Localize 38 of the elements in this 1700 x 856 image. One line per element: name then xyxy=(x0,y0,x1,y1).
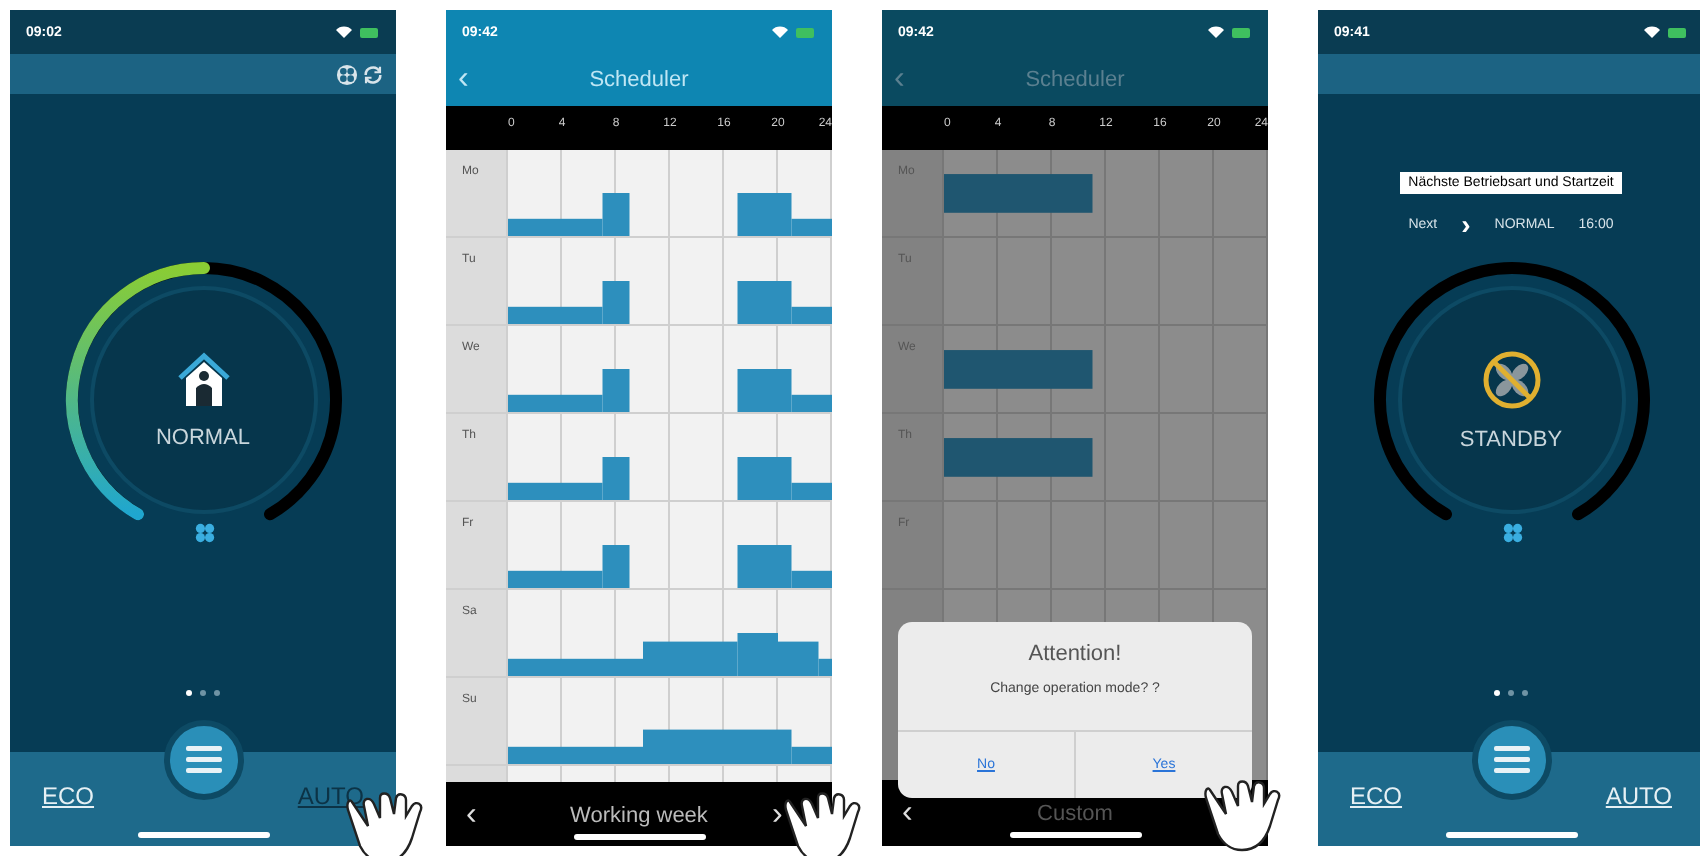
page-dot[interactable] xyxy=(1508,690,1514,696)
week-profile-label: Custom xyxy=(1035,801,1115,825)
wifi-icon xyxy=(1208,26,1224,38)
page-dot[interactable] xyxy=(1494,690,1500,696)
mode-link[interactable]: AUTO xyxy=(1605,781,1672,809)
house-person-icon xyxy=(173,350,233,410)
page-dot[interactable] xyxy=(1522,690,1528,696)
mode-label: STANDBY xyxy=(1459,428,1563,452)
battery-icon xyxy=(1668,27,1688,37)
battery-icon xyxy=(360,27,380,37)
page-dot[interactable] xyxy=(214,690,220,696)
mode-label: NORMAL xyxy=(155,426,251,450)
back-button[interactable]: ‹ xyxy=(446,62,538,98)
battery-icon xyxy=(796,27,816,37)
battery-icon xyxy=(1232,27,1252,37)
previous-button[interactable]: ‹ xyxy=(466,797,506,833)
menu-icon xyxy=(185,746,221,774)
wifi-icon xyxy=(772,26,788,38)
mode-link[interactable]: ECO xyxy=(1350,781,1403,809)
fan-circle-icon[interactable] xyxy=(336,63,358,85)
screen-title: Scheduler xyxy=(1023,68,1127,92)
page-dot[interactable] xyxy=(200,690,206,696)
fan-icon xyxy=(193,522,215,544)
mode-link[interactable]: ECO xyxy=(42,781,95,809)
fan-icon xyxy=(1501,522,1523,544)
screen-title: Scheduler xyxy=(587,68,691,92)
dialog-title: Attention! xyxy=(1026,642,1124,666)
previous-button[interactable]: ‹ xyxy=(902,795,942,831)
menu-button[interactable] xyxy=(163,720,243,800)
fan-off-icon xyxy=(1479,348,1543,412)
chevron-icon: › xyxy=(1461,210,1471,238)
page-dot[interactable] xyxy=(186,690,192,696)
week-profile-label: Working week xyxy=(568,803,710,827)
wifi-icon xyxy=(336,26,352,38)
refresh-icon[interactable] xyxy=(362,63,384,85)
wifi-icon xyxy=(1644,26,1660,38)
menu-icon xyxy=(1493,746,1529,774)
menu-button[interactable] xyxy=(1471,720,1551,800)
